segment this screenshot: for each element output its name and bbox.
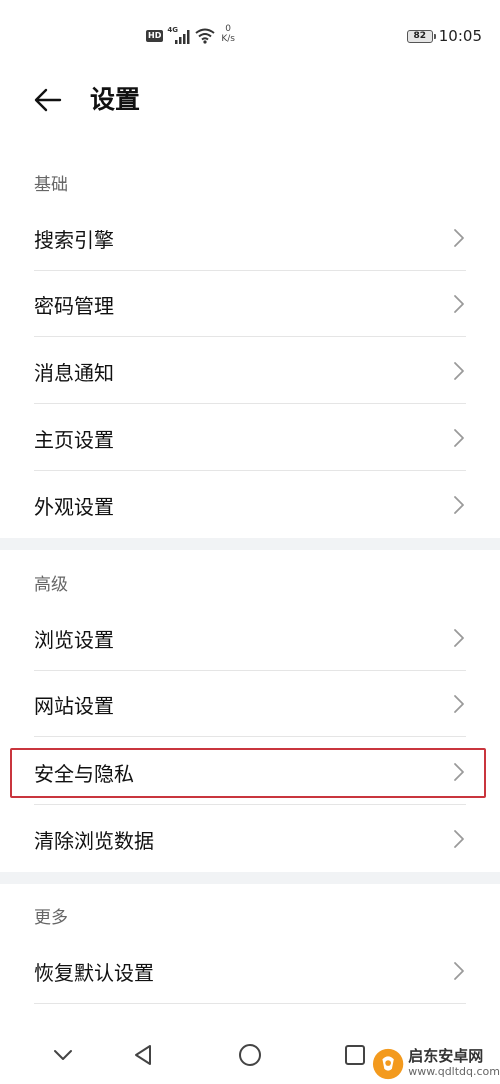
chevron-down-icon xyxy=(54,1050,72,1060)
settings-item-label: 消息通知 xyxy=(34,360,114,385)
watermark-url: www.qdltdq.com xyxy=(408,1065,500,1078)
chevron-right-icon xyxy=(454,229,464,247)
settings-item-browsing[interactable]: 浏览设置 xyxy=(0,605,500,671)
settings-item-label: 浏览设置 xyxy=(34,627,114,652)
chevron-right-icon xyxy=(454,429,464,447)
hd-badge: HD xyxy=(146,30,164,42)
chevron-right-icon xyxy=(454,830,464,848)
nav-recents-button[interactable] xyxy=(340,1040,370,1070)
chevron-right-icon xyxy=(454,629,464,647)
watermark: 启东安卓网 www.qdltdq.com xyxy=(372,1044,500,1084)
settings-item-label: 搜索引擎 xyxy=(34,227,114,252)
status-right: 82 10:05 xyxy=(406,27,482,45)
battery-level: 82 xyxy=(413,31,427,41)
settings-item-appearance[interactable]: 外观设置 xyxy=(0,472,500,538)
nav-back-button[interactable] xyxy=(128,1040,158,1070)
settings-item-security-privacy[interactable]: 安全与隐私 xyxy=(0,739,500,805)
settings-item-password-manager[interactable]: 密码管理 xyxy=(0,271,500,337)
nav-hide-button[interactable] xyxy=(48,1040,78,1070)
chevron-right-icon xyxy=(454,962,464,980)
settings-item-label: 恢复默认设置 xyxy=(34,960,154,985)
section-header-advanced: 高级 xyxy=(34,575,68,595)
chevron-right-icon xyxy=(454,496,464,514)
network-speed: 0 K/s xyxy=(221,24,235,44)
settings-item-site-settings[interactable]: 网站设置 xyxy=(0,671,500,737)
status-bar: HD 4G 0 K/s 82 10:05 xyxy=(0,0,500,70)
recents-square-icon xyxy=(345,1045,365,1065)
chevron-right-icon xyxy=(454,362,464,380)
section-gap xyxy=(0,872,500,884)
back-arrow-icon xyxy=(34,88,62,112)
watermark-logo-icon xyxy=(372,1048,404,1080)
settings-item-label: 密码管理 xyxy=(34,293,114,318)
settings-item-notifications[interactable]: 消息通知 xyxy=(0,338,500,404)
settings-item-search-engine[interactable]: 搜索引擎 xyxy=(0,205,500,271)
settings-item-homepage[interactable]: 主页设置 xyxy=(0,405,500,471)
settings-item-clear-browsing-data[interactable]: 清除浏览数据 xyxy=(0,806,500,872)
wifi-icon xyxy=(195,28,215,48)
home-circle-icon xyxy=(239,1044,261,1066)
speed-unit: K/s xyxy=(221,34,235,44)
status-indicators: HD 4G 0 K/s xyxy=(146,24,235,52)
nav-home-button[interactable] xyxy=(235,1040,265,1070)
clock: 10:05 xyxy=(438,27,482,45)
chevron-right-icon xyxy=(454,695,464,713)
back-triangle-icon xyxy=(135,1045,151,1065)
chevron-right-icon xyxy=(454,295,464,313)
settings-item-label: 清除浏览数据 xyxy=(34,828,154,853)
page-title: 设置 xyxy=(90,85,141,114)
divider xyxy=(34,336,466,337)
divider xyxy=(34,1003,466,1004)
section-header-more: 更多 xyxy=(34,908,68,928)
divider xyxy=(34,804,466,805)
divider xyxy=(34,736,466,737)
section-gap xyxy=(0,538,500,550)
settings-item-restore-defaults[interactable]: 恢复默认设置 xyxy=(0,938,500,1004)
battery-icon: 82 xyxy=(406,29,436,43)
settings-item-label: 外观设置 xyxy=(34,494,114,519)
watermark-title: 启东安卓网 xyxy=(408,1047,484,1065)
settings-item-label: 主页设置 xyxy=(34,427,114,452)
section-header-basic: 基础 xyxy=(34,175,68,195)
divider xyxy=(34,470,466,471)
speed-value: 0 xyxy=(225,24,232,34)
settings-item-label: 网站设置 xyxy=(34,693,114,718)
app-header: 设置 xyxy=(0,70,500,132)
divider xyxy=(34,403,466,404)
chevron-right-icon xyxy=(454,763,464,781)
back-button[interactable] xyxy=(28,82,68,118)
settings-item-label: 安全与隐私 xyxy=(34,761,134,786)
cellular-signal-icon: 4G xyxy=(167,26,191,46)
